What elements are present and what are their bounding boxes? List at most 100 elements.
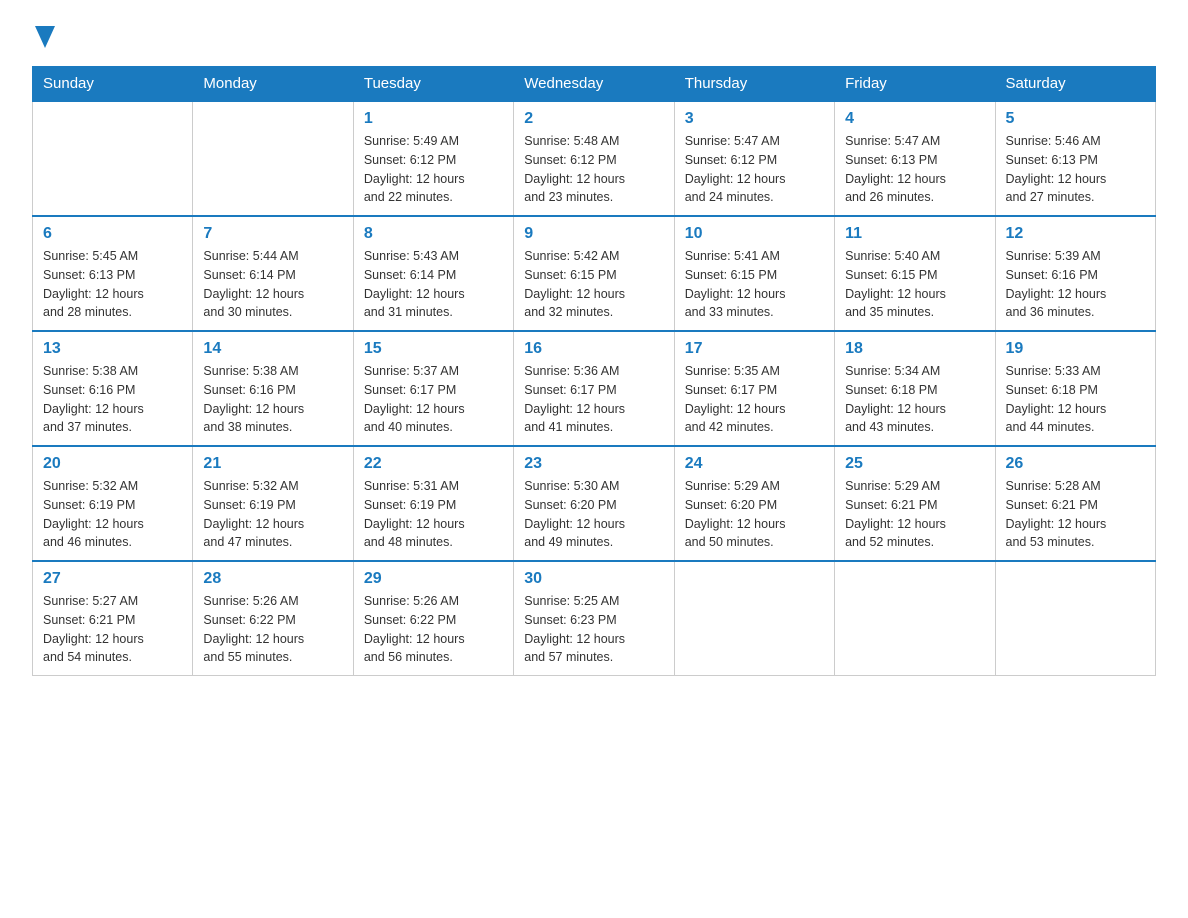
calendar-cell (193, 101, 353, 216)
day-number: 17 (685, 340, 824, 358)
day-number: 3 (685, 110, 824, 128)
logo (32, 24, 55, 48)
calendar-cell: 13 Sunrise: 5:38 AM Sunset: 6:16 PM Dayli… (33, 331, 193, 446)
calendar-cell: 24 Sunrise: 5:29 AM Sunset: 6:20 PM Dayli… (674, 446, 834, 561)
weekday-header-monday: Monday (193, 67, 353, 102)
day-info: Sunrise: 5:30 AM Sunset: 6:20 PM Dayligh… (524, 477, 663, 552)
day-info: Sunrise: 5:47 AM Sunset: 6:13 PM Dayligh… (845, 132, 984, 207)
day-info: Sunrise: 5:25 AM Sunset: 6:23 PM Dayligh… (524, 592, 663, 667)
calendar-cell (835, 561, 995, 676)
day-number: 18 (845, 340, 984, 358)
day-info: Sunrise: 5:41 AM Sunset: 6:15 PM Dayligh… (685, 247, 824, 322)
day-info: Sunrise: 5:29 AM Sunset: 6:20 PM Dayligh… (685, 477, 824, 552)
day-number: 2 (524, 110, 663, 128)
week-row-2: 6 Sunrise: 5:45 AM Sunset: 6:13 PM Daylig… (33, 216, 1156, 331)
logo-triangle-icon (35, 26, 55, 48)
day-info: Sunrise: 5:39 AM Sunset: 6:16 PM Dayligh… (1006, 247, 1145, 322)
calendar-cell: 11 Sunrise: 5:40 AM Sunset: 6:15 PM Dayli… (835, 216, 995, 331)
week-row-5: 27 Sunrise: 5:27 AM Sunset: 6:21 PM Dayli… (33, 561, 1156, 676)
calendar-cell: 15 Sunrise: 5:37 AM Sunset: 6:17 PM Dayli… (353, 331, 513, 446)
day-number: 7 (203, 225, 342, 243)
day-info: Sunrise: 5:38 AM Sunset: 6:16 PM Dayligh… (203, 362, 342, 437)
day-info: Sunrise: 5:43 AM Sunset: 6:14 PM Dayligh… (364, 247, 503, 322)
calendar-cell: 23 Sunrise: 5:30 AM Sunset: 6:20 PM Dayli… (514, 446, 674, 561)
day-info: Sunrise: 5:33 AM Sunset: 6:18 PM Dayligh… (1006, 362, 1145, 437)
day-number: 19 (1006, 340, 1145, 358)
day-info: Sunrise: 5:26 AM Sunset: 6:22 PM Dayligh… (364, 592, 503, 667)
day-number: 10 (685, 225, 824, 243)
day-number: 25 (845, 455, 984, 473)
day-number: 6 (43, 225, 182, 243)
day-number: 11 (845, 225, 984, 243)
page-header (32, 24, 1156, 48)
day-info: Sunrise: 5:27 AM Sunset: 6:21 PM Dayligh… (43, 592, 182, 667)
week-row-4: 20 Sunrise: 5:32 AM Sunset: 6:19 PM Dayli… (33, 446, 1156, 561)
calendar-cell: 19 Sunrise: 5:33 AM Sunset: 6:18 PM Dayli… (995, 331, 1155, 446)
day-info: Sunrise: 5:48 AM Sunset: 6:12 PM Dayligh… (524, 132, 663, 207)
day-number: 1 (364, 110, 503, 128)
calendar-cell: 30 Sunrise: 5:25 AM Sunset: 6:23 PM Dayli… (514, 561, 674, 676)
weekday-header-thursday: Thursday (674, 67, 834, 102)
day-info: Sunrise: 5:35 AM Sunset: 6:17 PM Dayligh… (685, 362, 824, 437)
calendar-cell: 7 Sunrise: 5:44 AM Sunset: 6:14 PM Daylig… (193, 216, 353, 331)
day-number: 29 (364, 570, 503, 588)
day-number: 8 (364, 225, 503, 243)
calendar-cell (33, 101, 193, 216)
calendar-cell: 29 Sunrise: 5:26 AM Sunset: 6:22 PM Dayli… (353, 561, 513, 676)
day-info: Sunrise: 5:26 AM Sunset: 6:22 PM Dayligh… (203, 592, 342, 667)
calendar-cell: 26 Sunrise: 5:28 AM Sunset: 6:21 PM Dayli… (995, 446, 1155, 561)
calendar-cell: 18 Sunrise: 5:34 AM Sunset: 6:18 PM Dayli… (835, 331, 995, 446)
day-info: Sunrise: 5:32 AM Sunset: 6:19 PM Dayligh… (43, 477, 182, 552)
day-number: 26 (1006, 455, 1145, 473)
calendar-cell: 12Sunrise: 5:39 AM Sunset: 6:16 PM Dayli… (995, 216, 1155, 331)
day-info: Sunrise: 5:29 AM Sunset: 6:21 PM Dayligh… (845, 477, 984, 552)
day-number: 14 (203, 340, 342, 358)
day-number: 27 (43, 570, 182, 588)
day-number: 20 (43, 455, 182, 473)
calendar-cell: 10 Sunrise: 5:41 AM Sunset: 6:15 PM Dayli… (674, 216, 834, 331)
calendar-cell: 27 Sunrise: 5:27 AM Sunset: 6:21 PM Dayli… (33, 561, 193, 676)
day-info: Sunrise: 5:32 AM Sunset: 6:19 PM Dayligh… (203, 477, 342, 552)
calendar-cell: 1 Sunrise: 5:49 AM Sunset: 6:12 PM Daylig… (353, 101, 513, 216)
day-number: 9 (524, 225, 663, 243)
calendar-cell: 17 Sunrise: 5:35 AM Sunset: 6:17 PM Dayli… (674, 331, 834, 446)
calendar-cell: 22 Sunrise: 5:31 AM Sunset: 6:19 PM Dayli… (353, 446, 513, 561)
day-number: 5 (1006, 110, 1145, 128)
weekday-header-saturday: Saturday (995, 67, 1155, 102)
weekday-header-wednesday: Wednesday (514, 67, 674, 102)
day-info: Sunrise: 5:44 AM Sunset: 6:14 PM Dayligh… (203, 247, 342, 322)
day-number: 24 (685, 455, 824, 473)
calendar-cell: 6 Sunrise: 5:45 AM Sunset: 6:13 PM Daylig… (33, 216, 193, 331)
week-row-3: 13 Sunrise: 5:38 AM Sunset: 6:16 PM Dayli… (33, 331, 1156, 446)
calendar-cell: 2 Sunrise: 5:48 AM Sunset: 6:12 PM Daylig… (514, 101, 674, 216)
day-info: Sunrise: 5:36 AM Sunset: 6:17 PM Dayligh… (524, 362, 663, 437)
day-info: Sunrise: 5:28 AM Sunset: 6:21 PM Dayligh… (1006, 477, 1145, 552)
calendar-cell: 28 Sunrise: 5:26 AM Sunset: 6:22 PM Dayli… (193, 561, 353, 676)
day-number: 30 (524, 570, 663, 588)
calendar-cell: 14 Sunrise: 5:38 AM Sunset: 6:16 PM Dayli… (193, 331, 353, 446)
weekday-header-tuesday: Tuesday (353, 67, 513, 102)
calendar-cell: 21Sunrise: 5:32 AM Sunset: 6:19 PM Dayli… (193, 446, 353, 561)
day-number: 4 (845, 110, 984, 128)
day-number: 15 (364, 340, 503, 358)
day-info: Sunrise: 5:40 AM Sunset: 6:15 PM Dayligh… (845, 247, 984, 322)
day-number: 28 (203, 570, 342, 588)
day-number: 23 (524, 455, 663, 473)
day-info: Sunrise: 5:31 AM Sunset: 6:19 PM Dayligh… (364, 477, 503, 552)
day-info: Sunrise: 5:34 AM Sunset: 6:18 PM Dayligh… (845, 362, 984, 437)
week-row-1: 1 Sunrise: 5:49 AM Sunset: 6:12 PM Daylig… (33, 101, 1156, 216)
day-info: Sunrise: 5:42 AM Sunset: 6:15 PM Dayligh… (524, 247, 663, 322)
calendar-cell: 5 Sunrise: 5:46 AM Sunset: 6:13 PM Daylig… (995, 101, 1155, 216)
day-info: Sunrise: 5:46 AM Sunset: 6:13 PM Dayligh… (1006, 132, 1145, 207)
day-info: Sunrise: 5:45 AM Sunset: 6:13 PM Dayligh… (43, 247, 182, 322)
day-number: 22 (364, 455, 503, 473)
day-info: Sunrise: 5:37 AM Sunset: 6:17 PM Dayligh… (364, 362, 503, 437)
day-info: Sunrise: 5:47 AM Sunset: 6:12 PM Dayligh… (685, 132, 824, 207)
day-number: 13 (43, 340, 182, 358)
calendar-cell: 3 Sunrise: 5:47 AM Sunset: 6:12 PM Daylig… (674, 101, 834, 216)
calendar-cell: 4 Sunrise: 5:47 AM Sunset: 6:13 PM Daylig… (835, 101, 995, 216)
calendar-header-row: SundayMondayTuesdayWednesdayThursdayFrid… (33, 67, 1156, 102)
calendar-cell: 25 Sunrise: 5:29 AM Sunset: 6:21 PM Dayli… (835, 446, 995, 561)
day-info: Sunrise: 5:49 AM Sunset: 6:12 PM Dayligh… (364, 132, 503, 207)
day-info: Sunrise: 5:38 AM Sunset: 6:16 PM Dayligh… (43, 362, 182, 437)
